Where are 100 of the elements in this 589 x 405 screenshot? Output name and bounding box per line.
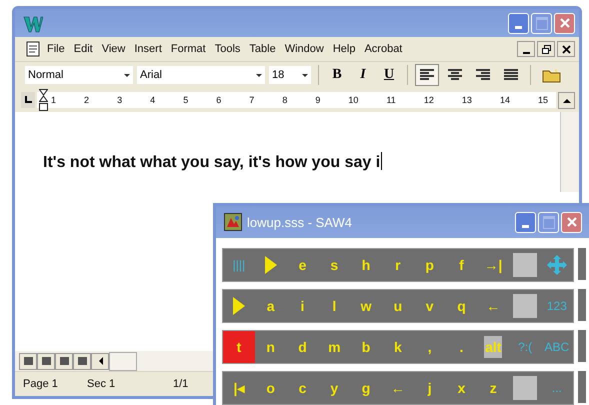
key[interactable]: r xyxy=(382,249,414,281)
key[interactable]: h xyxy=(350,249,382,281)
menu-item[interactable]: Table xyxy=(249,43,276,55)
key[interactable]: d xyxy=(286,331,318,363)
row-end-bar xyxy=(578,248,586,280)
row-end-bar xyxy=(578,371,586,403)
vertical-scrollbar[interactable] xyxy=(560,112,579,192)
indent-marker-icon[interactable] xyxy=(39,89,48,111)
key[interactable]: ABC xyxy=(540,331,573,363)
align-left-icon xyxy=(419,68,435,82)
key[interactable]: f xyxy=(446,249,478,281)
align-right-icon xyxy=(475,68,491,82)
key[interactable]: j xyxy=(414,372,446,404)
menu-item[interactable]: Edit xyxy=(74,43,93,55)
key[interactable]: , xyxy=(414,331,446,363)
ruler-number: 13 xyxy=(462,95,472,105)
key[interactable]: p xyxy=(414,249,446,281)
row-end-bar xyxy=(578,330,586,362)
key[interactable]: l xyxy=(318,290,350,322)
key[interactable]: . xyxy=(446,331,478,363)
format-button[interactable]: I xyxy=(352,64,374,86)
key[interactable]: k xyxy=(382,331,414,363)
menu-item[interactable]: Window xyxy=(284,43,324,55)
key[interactable]: x xyxy=(446,372,478,404)
folder-icon[interactable] xyxy=(542,67,562,83)
close-icon xyxy=(566,216,578,228)
key[interactable]: →| xyxy=(477,249,510,281)
key[interactable]: i xyxy=(286,290,318,322)
key[interactable]: ← xyxy=(477,290,510,322)
key[interactable]: 123 xyxy=(540,290,573,322)
key[interactable]: g xyxy=(350,372,382,404)
justify-icon xyxy=(503,68,519,82)
ruler-number: 3 xyxy=(117,95,122,105)
status-text: Page 1 xyxy=(23,378,59,390)
format-button[interactable]: U xyxy=(378,64,400,86)
ruler-number: 6 xyxy=(216,95,222,105)
text-cursor xyxy=(381,152,382,170)
close-icon xyxy=(558,17,570,29)
key[interactable]: n xyxy=(254,331,287,363)
scroll-left-button[interactable] xyxy=(91,352,109,370)
minimize-button[interactable] xyxy=(517,41,535,57)
ruler-number: 5 xyxy=(183,95,188,105)
key[interactable]: b xyxy=(350,331,382,363)
ruler-number: 4 xyxy=(150,95,156,105)
word-logo-icon xyxy=(23,14,43,34)
key[interactable]: t xyxy=(223,331,255,363)
view-button[interactable] xyxy=(73,352,91,370)
maximize-button[interactable] xyxy=(531,12,552,34)
tab-stop-icon[interactable] xyxy=(21,92,35,108)
ruler-number: 14 xyxy=(500,95,510,105)
key[interactable]: m xyxy=(318,331,350,363)
scroll-up-button[interactable] xyxy=(558,92,575,108)
restore-icon xyxy=(542,44,550,54)
align-center-icon xyxy=(447,68,463,82)
font-dropdown[interactable]: Arial xyxy=(137,66,265,84)
window-title: lowup.sss - SAW4 xyxy=(247,214,352,230)
ruler-number: 2 xyxy=(84,95,90,105)
key[interactable]: e xyxy=(286,249,318,281)
ruler-number: 1 xyxy=(51,95,56,105)
menu-item[interactable]: Acrobat xyxy=(364,43,402,55)
document-icon[interactable] xyxy=(25,41,41,57)
key[interactable]: a xyxy=(254,290,287,322)
key[interactable]: u xyxy=(382,290,414,322)
key[interactable]: q xyxy=(446,290,478,322)
view-button[interactable] xyxy=(55,352,73,370)
align-button[interactable] xyxy=(415,64,439,86)
key[interactable]: c xyxy=(286,372,318,404)
menu-item[interactable]: Tools xyxy=(214,43,240,55)
format-button[interactable]: B xyxy=(326,64,348,86)
key[interactable]: |||| xyxy=(223,249,255,281)
key[interactable]: |◂ xyxy=(223,372,255,404)
key[interactable]: ?:( xyxy=(509,331,541,363)
key[interactable]: w xyxy=(350,290,382,322)
menu-item[interactable]: Help xyxy=(332,43,356,55)
view-button[interactable] xyxy=(19,352,37,370)
row-end-bar xyxy=(578,289,586,321)
left-arrow-icon xyxy=(98,357,102,365)
close-icon xyxy=(562,44,570,54)
menu-item[interactable]: Insert xyxy=(134,43,162,55)
horizontal-scrollbar[interactable] xyxy=(109,352,137,370)
status-text: Sec 1 xyxy=(87,378,116,390)
close-button[interactable] xyxy=(557,41,575,57)
menu-item[interactable]: Format xyxy=(170,43,206,55)
menu-item[interactable]: File xyxy=(47,43,65,55)
key[interactable]: ... xyxy=(540,372,573,404)
key[interactable]: o xyxy=(254,372,287,404)
key[interactable]: ← xyxy=(382,372,414,404)
view-button[interactable] xyxy=(37,352,55,370)
maximize-button[interactable] xyxy=(538,212,559,232)
menu-item[interactable]: View xyxy=(102,43,126,55)
restore-button[interactable] xyxy=(537,41,555,57)
style-dropdown[interactable]: Normal xyxy=(25,66,133,84)
font-size-dropdown[interactable]: 18 xyxy=(269,66,311,84)
ruler-number: 15 xyxy=(538,95,548,105)
key[interactable]: y xyxy=(318,372,350,404)
up-arrow-icon xyxy=(562,98,570,102)
ruler-number: 12 xyxy=(424,95,434,105)
key[interactable]: z xyxy=(477,372,510,404)
key[interactable]: v xyxy=(414,290,446,322)
key[interactable]: s xyxy=(318,249,350,281)
